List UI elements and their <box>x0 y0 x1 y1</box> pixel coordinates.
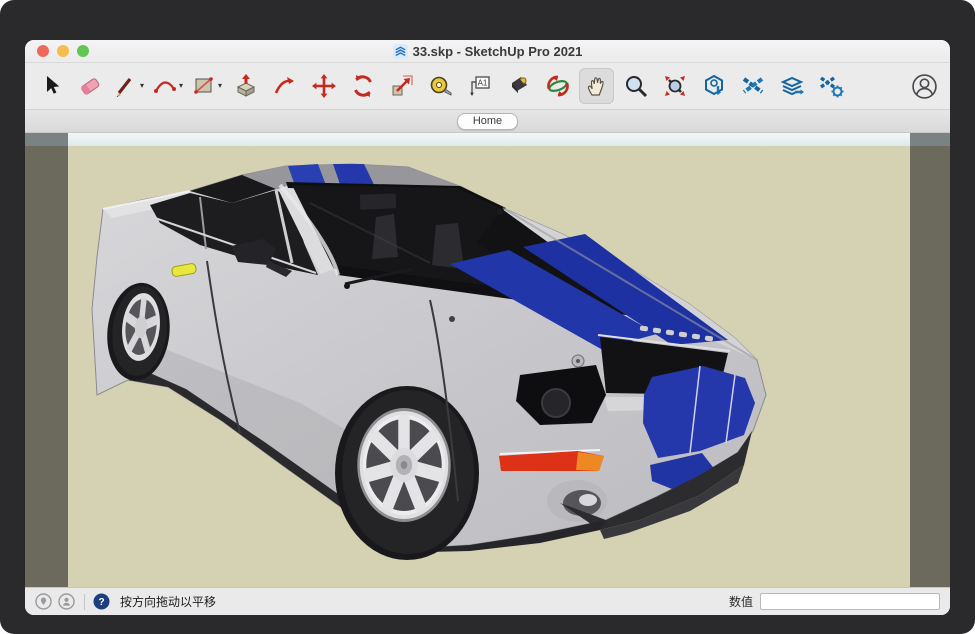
scene-tab-home[interactable]: Home <box>457 113 518 130</box>
geolocation-button[interactable] <box>35 593 52 610</box>
text-icon: A1 <box>467 73 493 99</box>
letterbox-left-sky <box>25 133 68 146</box>
trimble-connect-tool-button[interactable] <box>735 68 770 104</box>
tape-measure-tool-button[interactable] <box>423 68 458 104</box>
traffic-lights <box>37 45 89 57</box>
publish-layers-icon <box>779 73 805 99</box>
measurements-input[interactable] <box>760 593 940 610</box>
rectangle-tool-button[interactable]: ▾ <box>189 68 224 104</box>
model-render <box>68 133 910 587</box>
zoom-button[interactable] <box>77 45 89 57</box>
claim-credit-button[interactable] <box>58 593 75 610</box>
eraser-tool-button[interactable] <box>72 68 107 104</box>
follow-me-icon <box>272 73 298 99</box>
line-tool-button[interactable]: ▾ <box>111 68 146 104</box>
line-icon <box>113 73 139 99</box>
follow-me-tool-button[interactable] <box>267 68 302 104</box>
select-icon <box>38 73 64 99</box>
zoom-icon <box>623 73 649 99</box>
arc-tool-button[interactable]: ▾ <box>150 68 185 104</box>
statusbar: ? 按方向拖动以平移 数值 <box>25 587 950 615</box>
letterbox-left <box>25 133 68 587</box>
arc-icon <box>152 73 178 99</box>
measurements: 数值 <box>729 593 940 610</box>
pan-tool-button[interactable] <box>579 68 614 104</box>
paint-bucket-icon <box>506 73 532 99</box>
text-tool-button[interactable]: A1 <box>462 68 497 104</box>
push-pull-icon <box>233 73 259 99</box>
canvas-area <box>25 133 950 587</box>
letterbox-right-sky <box>910 133 950 146</box>
letterbox-right <box>910 133 950 587</box>
publish-layers-tool-button[interactable] <box>774 68 809 104</box>
arc-dropdown-caret[interactable]: ▾ <box>179 82 183 90</box>
account-button[interactable] <box>911 73 938 100</box>
connect-settings-icon <box>818 73 844 99</box>
pan-icon <box>584 73 610 99</box>
account-icon <box>911 73 938 100</box>
paint-bucket-tool-button[interactable] <box>501 68 536 104</box>
help-button[interactable]: ? <box>93 593 110 610</box>
sketchup-logo-icon <box>393 44 408 59</box>
trimble-connect-icon <box>740 73 766 99</box>
move-icon <box>311 73 337 99</box>
help-icon: ? <box>93 593 110 610</box>
push-pull-tool-button[interactable] <box>228 68 263 104</box>
close-button[interactable] <box>37 45 49 57</box>
zoom-extents-icon <box>662 73 688 99</box>
measurements-label: 数值 <box>729 593 753 610</box>
toolbar: ▾ ▾ ▾ A1 <box>25 63 950 110</box>
minimize-button[interactable] <box>57 45 69 57</box>
move-tool-button[interactable] <box>306 68 341 104</box>
orbit-icon <box>545 73 571 99</box>
status-message: 按方向拖动以平移 <box>120 593 216 610</box>
statusbar-divider <box>84 594 85 610</box>
person-icon <box>58 593 75 610</box>
zoom-extents-tool-button[interactable] <box>657 68 692 104</box>
rotate-tool-button[interactable] <box>345 68 380 104</box>
download-model-icon <box>701 73 727 99</box>
scale-icon <box>389 73 415 99</box>
connect-settings-tool-button[interactable] <box>813 68 848 104</box>
download-model-tool-button[interactable] <box>696 68 731 104</box>
orbit-tool-button[interactable] <box>540 68 575 104</box>
scale-tool-button[interactable] <box>384 68 419 104</box>
rotate-icon <box>350 73 376 99</box>
svg-text:A1: A1 <box>477 79 487 88</box>
rectangle-dropdown-caret[interactable]: ▾ <box>218 82 222 90</box>
eraser-icon <box>77 73 103 99</box>
zoom-tool-button[interactable] <box>618 68 653 104</box>
geolocation-icon <box>35 593 52 610</box>
svg-text:?: ? <box>98 597 104 608</box>
sketchup-window: 33.skp - SketchUp Pro 2021 ▾ ▾ ▾ A1 Home <box>25 40 950 615</box>
front-wheel <box>335 386 479 560</box>
scene-tab-strip: Home <box>25 110 950 133</box>
window-title: 33.skp - SketchUp Pro 2021 <box>25 44 950 59</box>
canvas-viewport[interactable] <box>68 133 910 587</box>
tape-measure-icon <box>428 73 454 99</box>
select-tool-button[interactable] <box>33 68 68 104</box>
rectangle-icon <box>191 73 217 99</box>
window-title-text: 33.skp - SketchUp Pro 2021 <box>413 44 583 59</box>
toolbar-tools: ▾ ▾ ▾ A1 <box>33 68 848 104</box>
screenshot-frame: 33.skp - SketchUp Pro 2021 ▾ ▾ ▾ A1 Home <box>0 0 975 634</box>
line-dropdown-caret[interactable]: ▾ <box>140 82 144 90</box>
titlebar: 33.skp - SketchUp Pro 2021 <box>25 40 950 63</box>
